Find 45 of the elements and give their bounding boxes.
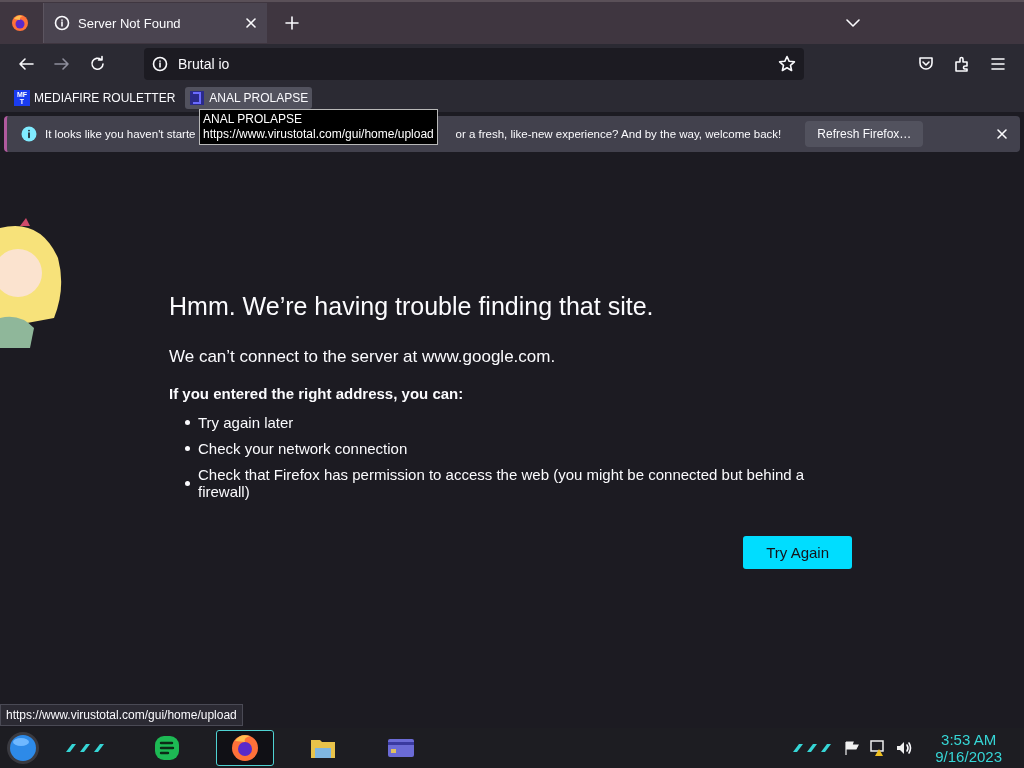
bookmark-item[interactable]: ANAL PROLAPSE <box>185 87 313 109</box>
tooltip-url: https://www.virustotal.com/gui/home/upload <box>203 127 434 142</box>
notification-text: or a fresh, like-new experience? And by the way, welcome back! <box>455 128 782 140</box>
suggestion-heading: If you entered the right address, you can: <box>169 385 465 402</box>
suggestion-text: Try again later <box>198 414 294 431</box>
flag-icon[interactable] <box>843 740 862 756</box>
new-tab-icon[interactable] <box>285 16 299 30</box>
suggestion-text: Check your network connection <box>198 440 408 457</box>
suggestion-text: Check that Firefox has permission to access the web (you might be connected but behind a firewall) <box>198 466 806 500</box>
chat-app-icon <box>152 733 182 763</box>
back-icon[interactable] <box>17 55 35 73</box>
bookmark-icon <box>189 90 206 106</box>
bullet-icon <box>185 420 190 425</box>
address-text: Brutal io <box>178 56 231 72</box>
error-message: We can’t connect to the server at www.google.com. <box>169 347 557 367</box>
taskbar-button[interactable] <box>216 730 274 766</box>
pocket-icon[interactable] <box>917 55 935 73</box>
tab-title: Server Not Found <box>78 15 182 31</box>
info-icon <box>54 15 70 31</box>
menu-icon[interactable] <box>989 55 1007 73</box>
browser-app-icon <box>230 733 260 763</box>
try-again-button[interactable]: Try Again <box>743 536 852 569</box>
clock-time[interactable]: 3:53 AM <box>941 731 997 748</box>
reload-icon[interactable] <box>89 55 107 73</box>
browser-logo-icon <box>11 14 29 32</box>
tooltip-title: ANAL PROLAPSE <box>203 112 303 127</box>
bullet-icon <box>185 446 190 451</box>
bullet-icon <box>185 480 190 486</box>
chevron-down-icon[interactable] <box>846 18 860 28</box>
error-title: Hmm. We’re having trouble finding that site. <box>169 292 655 321</box>
info-icon[interactable] <box>152 56 168 72</box>
puzzle-icon[interactable] <box>953 55 971 73</box>
close-icon[interactable] <box>245 17 257 29</box>
status-url: https://www.virustotal.com/gui/home/upload <box>0 704 243 726</box>
refresh-button[interactable]: Refresh Firefox… <box>805 121 924 147</box>
address-bar[interactable]: Brutal io <box>144 48 804 80</box>
browser-tab[interactable]: Server Not Found <box>43 3 267 43</box>
star-icon[interactable] <box>778 55 796 73</box>
forward-icon[interactable] <box>53 55 71 73</box>
close-icon[interactable] <box>996 128 1008 140</box>
clock-date[interactable]: 9/16/2023 <box>935 748 1002 765</box>
notification-text: It looks like you haven't starte <box>45 128 196 140</box>
volume-icon[interactable] <box>895 740 914 756</box>
start-orb-icon[interactable] <box>6 731 40 765</box>
info-icon <box>21 126 37 142</box>
